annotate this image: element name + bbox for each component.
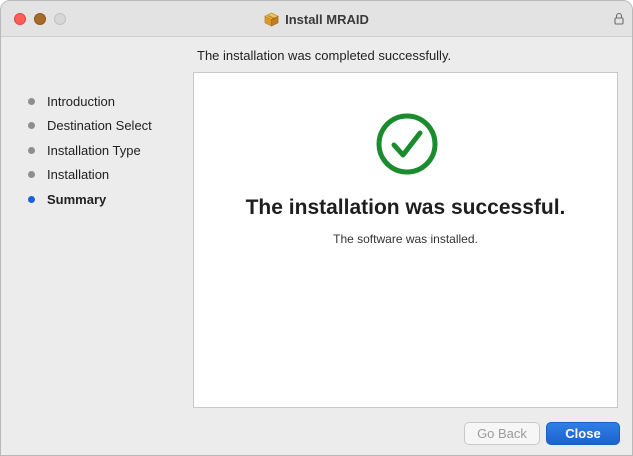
title-bar[interactable]: Install MRAID: [1, 1, 632, 37]
status-header: The installation was completed successfu…: [197, 48, 452, 63]
installer-window: Install MRAID The installation was compl…: [0, 0, 633, 456]
step-bullet-active: [28, 195, 35, 203]
step-summary: Summary: [1, 187, 186, 212]
step-destination-select: Destination Select: [1, 114, 186, 139]
go-back-button[interactable]: Go Back: [464, 422, 540, 445]
lock-icon: [614, 12, 624, 25]
step-label: Summary: [47, 191, 107, 207]
installer-steps: Introduction Destination Select Installa…: [1, 89, 186, 212]
step-installation: Installation: [1, 163, 186, 188]
package-icon: [264, 12, 279, 27]
window-title-group: Install MRAID: [1, 1, 632, 37]
step-bullet: [28, 97, 35, 105]
step-bullet: [28, 122, 35, 130]
step-label: Installation: [47, 167, 110, 183]
success-subtitle: The software was installed.: [333, 232, 478, 246]
step-label: Installation Type: [47, 142, 141, 158]
step-bullet: [28, 146, 35, 154]
step-introduction: Introduction: [1, 89, 186, 114]
window-title: Install MRAID: [285, 11, 369, 27]
success-title: The installation was successful.: [245, 196, 566, 219]
step-label: Destination Select: [47, 118, 152, 134]
summary-panel: The installation was successful. The sof…: [193, 72, 618, 408]
checkmark-circle-icon: [376, 113, 438, 175]
step-installation-type: Installation Type: [1, 138, 186, 163]
step-label: Introduction: [47, 93, 115, 109]
step-bullet: [28, 171, 35, 179]
close-button[interactable]: Close: [546, 422, 620, 445]
